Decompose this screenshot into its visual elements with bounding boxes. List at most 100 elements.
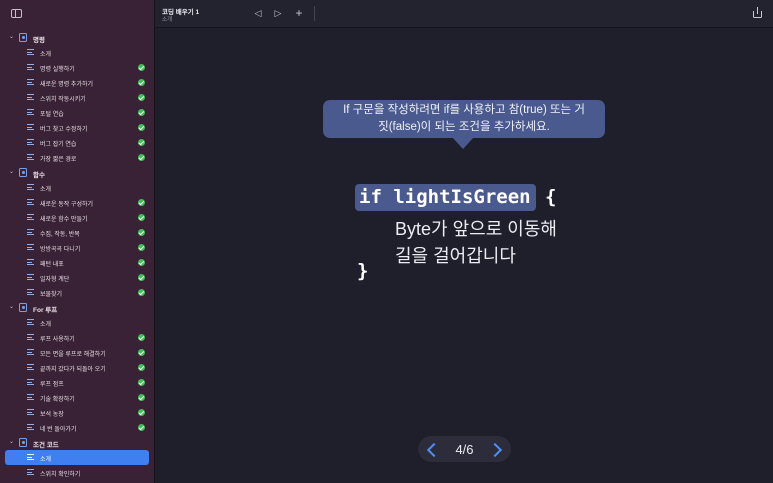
page-icon [27,319,34,326]
sidebar-item[interactable]: 버그 잡기 연습 [0,135,155,150]
sidebar-item-label: 새로운 함수 만들기 [40,217,88,223]
sidebar-item[interactable]: 보석 농장 [0,405,155,420]
sidebar-item-label: 새로운 명령 추가하기 [40,82,94,88]
sidebar-item[interactable]: 보물찾기 [0,285,155,300]
page-icon [27,64,34,71]
book-icon [19,303,27,312]
sidebar-item[interactable]: 스위치 확인하기 [0,465,155,480]
page-icon [27,244,34,251]
sidebar-item-label: 보석 농장 [40,412,64,418]
sidebar-item-label: 스위치 작동시키기 [40,97,86,103]
page-icon [27,199,34,206]
page-icon [27,124,34,131]
sidebar-item[interactable]: 새로운 함수 만들기 [0,210,155,225]
sidebar: ⌄ 명령 소개 명령 실행하기 새로운 명령 추가하기 스위치 작동시키기 포털 연습 버그 … [0,0,155,483]
sidebar-item[interactable]: 소개 [5,450,149,465]
triangle-right-icon[interactable]: ▷ [272,7,284,19]
sidebar-item-label: 버그 찾고 수정하기 [40,127,88,133]
sidebar-item[interactable]: 네 번 돌아가기 [0,420,155,435]
sidebar-item[interactable]: 끝까지 갔다가 되돌아 오기 [0,360,155,375]
sidebar-item-label: 방방곡곡 다니기 [40,247,81,253]
chevron-down-icon[interactable]: ⌄ [9,438,14,445]
hint-callout: If 구문을 작성하려면 if를 사용하고 참(true) 또는 거 짓(fal… [323,100,605,138]
sidebar-item[interactable]: 버그 찾고 수정하기 [0,120,155,135]
code-if-condition: if lightIsGreen [355,184,536,211]
sidebar-item[interactable]: 새로운 명령 추가하기 [0,75,155,90]
share-arrow [757,7,758,14]
checkmark-icon [138,289,145,296]
checkmark-icon [138,409,145,416]
checkmark-icon [138,124,145,131]
sidebar-item[interactable]: 소개 [0,315,155,330]
sidebar-item-label: 새로운 동작 구성하기 [40,202,94,208]
page-icon [27,409,34,416]
chevron-right-icon[interactable] [489,440,505,458]
sidebar-item[interactable]: 가장 짧은 경로 [0,150,155,165]
main-content: 코딩 배우기 1 소개 ◁ ▷ + If 구문을 작성하려면 if를 사용하고 … [155,0,773,483]
sidebar-item[interactable]: 명령 실행하기 [0,60,155,75]
sidebar-item[interactable]: 새로운 동작 구성하기 [0,195,155,210]
chevron-down-icon[interactable]: ⌄ [9,33,14,40]
sidebar-item-label: 가장 짧은 경로 [40,157,77,163]
sidebar-section[interactable]: ⌄ 함수 [0,165,155,180]
triangle-left-icon[interactable]: ◁ [252,7,264,19]
plus-icon[interactable]: + [293,7,305,19]
code-brace-open: { [545,186,557,208]
checkmark-icon [138,214,145,221]
share-icon[interactable] [753,7,762,18]
sidebar-item-label: 스위치 확인하기 [40,472,81,478]
sidebar-item[interactable]: 모든 면을 루프로 해결하기 [0,345,155,360]
sidebar-item[interactable]: 포털 연습 [0,105,155,120]
sidebar-item-label: 끝까지 갔다가 되돌아 오기 [40,367,106,373]
toolbar: 코딩 배우기 1 소개 ◁ ▷ + [155,0,773,28]
book-icon [19,33,27,42]
checkmark-icon [138,244,145,251]
sidebar-item[interactable]: 일자형 계단 [0,270,155,285]
sidebar-item[interactable]: 패턴 내포 [0,255,155,270]
sidebar-item[interactable]: 방방곡곡 다니기 [0,240,155,255]
page-icon [27,259,34,266]
sidebar-item[interactable]: 스위치 작동시키기 [0,90,155,105]
page-icon [27,184,34,191]
sidebar-item[interactable]: 수집, 작동, 반복 [0,225,155,240]
callout-tail [452,137,474,149]
sidebar-item-label: 소개 [40,52,52,58]
page-icon [27,289,34,296]
page-icon [27,214,34,221]
checkmark-icon [138,199,145,206]
chevron-down-icon[interactable]: ⌄ [9,168,14,175]
book-icon [19,438,27,447]
page-icon [27,394,34,401]
sidebar-item-label: 모든 면을 루프로 해결하기 [40,352,106,358]
sidebar-section[interactable]: ⌄ For 루프 [0,300,155,315]
callout-line-1: If 구문을 작성하려면 if를 사용하고 참(true) 또는 거 [343,104,585,116]
page-icon [27,94,34,101]
sidebar-item-label: 포털 연습 [40,112,64,118]
page-icon [27,364,34,371]
checkmark-icon [138,379,145,386]
checkmark-icon [138,274,145,281]
chevron-down-icon[interactable]: ⌄ [9,303,14,310]
page-icon [27,424,34,431]
checkmark-icon [138,64,145,71]
sidebar-toggle-icon[interactable] [11,9,22,18]
checkmark-icon [138,109,145,116]
sidebar-section-label: For 루프 [33,307,58,314]
sidebar-header [0,0,154,28]
sidebar-item[interactable]: 기술 확장하기 [0,390,155,405]
sidebar-item[interactable]: 소개 [0,180,155,195]
sidebar-section[interactable]: ⌄ 조건 코드 [0,435,155,450]
page-icon [27,154,34,161]
sidebar-item-label: 루프 사용하기 [40,337,75,343]
book-icon [19,168,27,177]
code-brace-close: } [357,260,369,282]
checkmark-icon [138,364,145,371]
checkmark-icon [138,394,145,401]
sidebar-section[interactable]: ⌄ 명령 [0,30,155,45]
sidebar-item[interactable]: 루프 사용하기 [0,330,155,345]
sidebar-item[interactable]: 소개 [0,45,155,60]
checkmark-icon [138,424,145,431]
page-icon [27,229,34,236]
sidebar-item[interactable]: 루프 점프 [0,375,155,390]
sidebar-item-label: 네 번 돌아가기 [40,427,77,433]
